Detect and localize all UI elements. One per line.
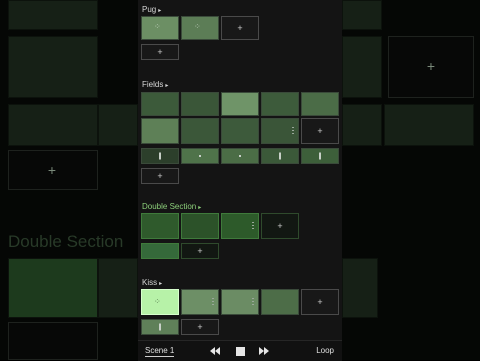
clip-tile[interactable] (141, 319, 179, 335)
clip-tile[interactable]: ⁘ (181, 16, 219, 40)
background-clip-tile (342, 104, 382, 146)
add-clip-button[interactable]: + (301, 118, 339, 144)
transport-bar: Scene 1 Loop (138, 340, 342, 361)
clip-tile[interactable] (141, 243, 179, 259)
fast-forward-icon[interactable] (258, 345, 270, 357)
clip-menu-icon (292, 127, 294, 135)
background-clip-tile (8, 258, 98, 318)
clip-menu-icon (252, 298, 254, 306)
caret-icon: ▸ (158, 8, 162, 14)
background-clip-tile (8, 104, 98, 146)
clip-tile[interactable] (141, 92, 179, 116)
section-label: Kiss (142, 278, 158, 287)
clip-menu-icon (252, 222, 254, 230)
waveform-icon: ⁘ (154, 297, 161, 306)
clip-tile[interactable] (181, 213, 219, 239)
waveform-icon: ⁘ (154, 22, 161, 31)
clip-tile[interactable] (141, 148, 179, 164)
add-track-button[interactable]: + (181, 243, 219, 259)
section-label: Pug (142, 5, 157, 14)
background-clip-tile (8, 0, 98, 30)
clip-marker-icon (159, 323, 161, 331)
rewind-icon[interactable] (209, 345, 221, 357)
clip-tile[interactable] (221, 213, 259, 239)
clip-tile[interactable] (221, 289, 259, 315)
clip-tile[interactable] (301, 92, 339, 116)
clip-marker-icon (159, 152, 161, 160)
clip-tile[interactable] (301, 148, 339, 164)
background-clip-tile (342, 258, 378, 318)
caret-icon: ▸ (198, 205, 202, 211)
stop-icon[interactable] (234, 345, 246, 357)
section-header-fields[interactable]: Fields ▸ (142, 80, 168, 89)
section-header-double-section[interactable]: Double Section ▸ (142, 202, 201, 211)
background-clip-tile (98, 104, 138, 146)
clip-tile-playing[interactable]: ⁘ (141, 289, 179, 315)
caret-icon: ▸ (159, 281, 163, 287)
clip-tile[interactable] (181, 92, 219, 116)
loop-toggle[interactable]: Loop (316, 346, 334, 355)
clip-tile[interactable] (181, 289, 219, 315)
waveform-icon: ⁘ (194, 22, 201, 31)
caret-icon: ▸ (165, 83, 169, 89)
background-clip-tile (342, 0, 382, 30)
section-label: Double Section (142, 202, 197, 211)
background-clip-tile (384, 104, 474, 146)
section-header-pug[interactable]: Pug ▸ (142, 5, 161, 14)
clip-tile[interactable]: ⁘ (141, 16, 179, 40)
add-clip-button[interactable]: + (221, 16, 259, 40)
add-track-button[interactable]: + (141, 168, 179, 184)
clip-tile[interactable] (221, 92, 259, 116)
clip-marker-icon (319, 152, 321, 160)
clip-tile[interactable] (221, 148, 259, 164)
section-header-kiss[interactable]: Kiss ▸ (142, 278, 162, 287)
add-clip-button[interactable]: + (261, 213, 299, 239)
background-add-tile (8, 322, 98, 360)
clip-tile[interactable] (141, 118, 179, 144)
scene-selector[interactable]: Scene 1 (145, 346, 175, 357)
clip-tile[interactable] (261, 289, 299, 315)
section-label: Fields (142, 80, 164, 89)
add-clip-button[interactable]: + (301, 289, 339, 315)
add-track-button[interactable]: + (141, 44, 179, 60)
clip-marker-icon (239, 155, 241, 157)
background-section-title: Double Section (8, 232, 124, 251)
clip-tile[interactable] (221, 118, 259, 144)
clip-marker-icon (279, 152, 281, 160)
background-clip-tile (8, 36, 98, 98)
clip-tile[interactable] (181, 148, 219, 164)
background-plus-icon: + (47, 162, 57, 178)
clip-tile[interactable] (261, 92, 299, 116)
background-clip-tile (98, 258, 138, 318)
clip-tile[interactable] (261, 118, 299, 144)
clip-menu-icon (212, 298, 214, 306)
add-track-button[interactable]: + (181, 319, 219, 335)
app-panel: Pug ▸ ⁘ ⁘ + + Fields ▸ + + Double Section ▸… (138, 0, 342, 360)
clip-tile[interactable] (261, 148, 299, 164)
background-clip-tile (342, 36, 382, 98)
clip-marker-icon (199, 155, 201, 157)
clip-tile[interactable] (141, 213, 179, 239)
background-plus-icon: + (426, 58, 436, 74)
clip-tile[interactable] (181, 118, 219, 144)
